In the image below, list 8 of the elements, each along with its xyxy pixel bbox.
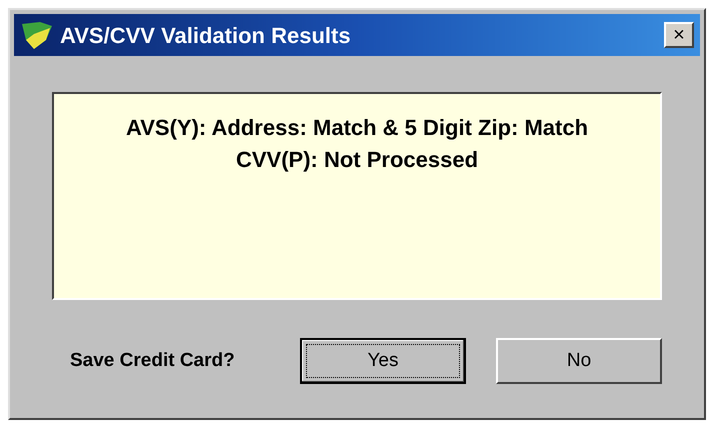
message-text: CVV(P): Not Processed (236, 146, 478, 174)
message-text: AVS(Y): Address: Match & 5 Digit Zip: Match (126, 114, 588, 142)
dialog-button[interactable]: No (496, 338, 662, 384)
close-button[interactable]: × (664, 22, 694, 48)
dialog-button[interactable]: Yes (300, 338, 466, 384)
window-title: AVS/CVV Validation Results (60, 22, 351, 50)
shield-icon (20, 20, 54, 50)
prompt-label: Save Credit Card? (70, 348, 236, 373)
